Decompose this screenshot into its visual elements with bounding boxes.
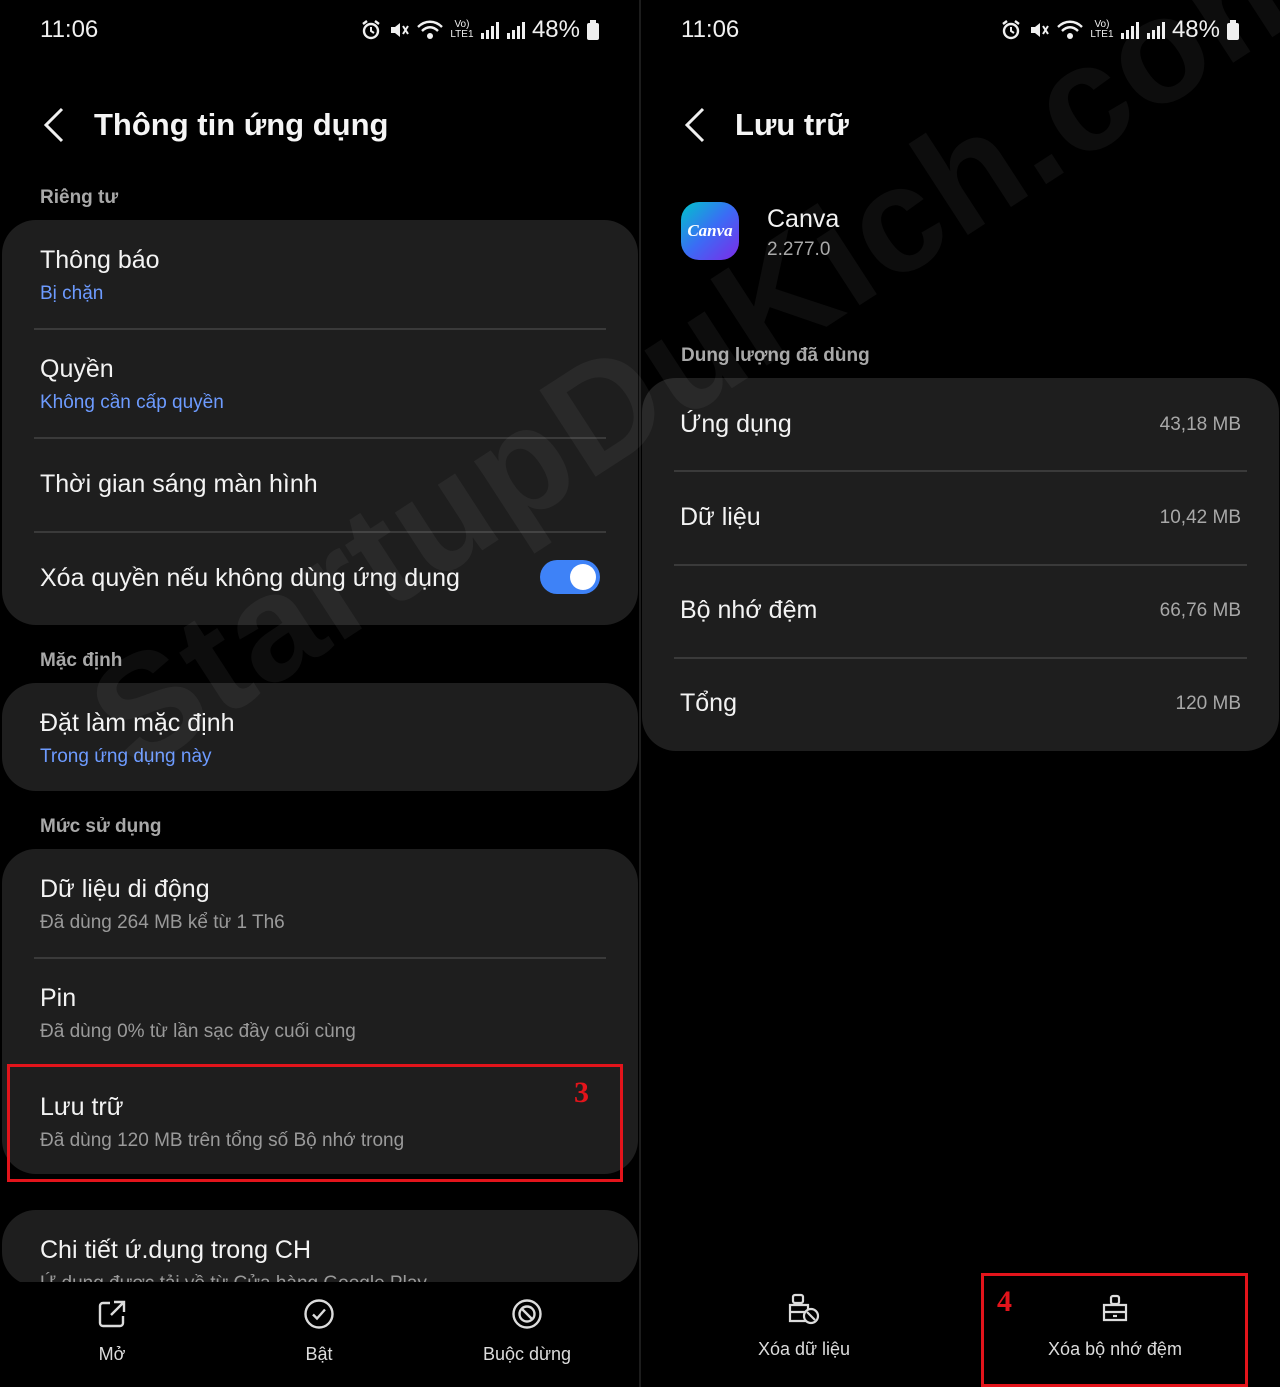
lte-icon: Vo) LTE1 [1090, 19, 1114, 40]
row-title: Quyền [40, 355, 114, 383]
row-subtitle: Đã dùng 264 MB kể từ 1 Th6 [40, 912, 285, 933]
app-bar: Lưu trữ [681, 100, 849, 150]
row-screen-time[interactable]: Thời gian sáng màn hình [2, 470, 638, 499]
battery-percent: 48% [1171, 16, 1220, 43]
storage-value: 43,18 MB [1159, 413, 1241, 435]
storage-row-total: Tổng 120 MB [642, 657, 1279, 750]
app-info-screen: 11:06 Vo) LTE1 48% Thông tin ứng dụng Ri… [0, 0, 640, 1387]
app-name: Canva [767, 205, 840, 233]
storage-row-data: Dữ liệu 10,42 MB [642, 471, 1279, 564]
storage-row-cache: Bộ nhớ đệm 66,76 MB [642, 564, 1279, 657]
mute-icon [1028, 19, 1050, 41]
row-store-details[interactable]: Chi tiết ứ.dụng trong CH Ứ.dụng được tải… [2, 1236, 638, 1286]
section-label-used-space: Dung lượng đã dùng [681, 345, 870, 366]
highlight-box-clear-cache [981, 1273, 1248, 1387]
page-title: Lưu trữ [735, 107, 849, 142]
app-bar: Thông tin ứng dụng [40, 100, 388, 150]
status-time: 11:06 [40, 16, 99, 43]
lte-icon: Vo) LTE1 [450, 19, 474, 40]
signal-icon [1120, 20, 1140, 40]
section-label-privacy: Riêng tư [40, 187, 119, 208]
enable-button[interactable]: Bật [239, 1298, 399, 1365]
signal-icon [480, 20, 500, 40]
app-version: 2.277.0 [767, 239, 831, 260]
row-permissions[interactable]: Quyền Không cần cấp quyền [2, 355, 638, 414]
block-icon [512, 1299, 542, 1329]
wifi-icon [1056, 19, 1084, 41]
divider [34, 437, 606, 439]
highlight-box-storage [7, 1064, 623, 1182]
storage-row-app: Ứng dụng 43,18 MB [642, 378, 1279, 471]
row-subtitle: Đã dùng 0% từ lần sạc đầy cuối cùng [40, 1021, 356, 1042]
back-arrow-icon[interactable] [681, 105, 711, 145]
storage-screen: 11:06 Vo) LTE1 48% Lưu trữ Canva Canva 2… [641, 0, 1280, 1387]
row-battery[interactable]: Pin Đã dùng 0% từ lần sạc đầy cuối cùng [2, 984, 638, 1043]
row-set-default[interactable]: Đặt làm mặc định Trong ứng dụng này [2, 709, 638, 768]
open-label: Mở [98, 1344, 126, 1364]
open-button[interactable]: Mở [32, 1298, 192, 1365]
battery-icon [586, 19, 600, 41]
divider [34, 957, 606, 959]
clear-data-button[interactable]: Xóa dữ liệu [724, 1293, 884, 1360]
divider [34, 328, 606, 330]
canva-app-icon: Canva [681, 202, 739, 260]
row-title: Chi tiết ứ.dụng trong CH [40, 1236, 312, 1264]
wifi-icon [416, 19, 444, 41]
row-notifications[interactable]: Thông báo Bị chặn [2, 246, 638, 305]
battery-icon [1226, 19, 1240, 41]
storage-value: 66,76 MB [1159, 599, 1241, 621]
status-time: 11:06 [681, 16, 740, 43]
row-title: Thời gian sáng màn hình [40, 470, 318, 498]
bottom-action-bar: Mở Bật Buộc dừng [0, 1282, 640, 1387]
storage-usage-card: Ứng dụng 43,18 MB Dữ liệu 10,42 MB Bộ nh… [642, 378, 1279, 751]
back-arrow-icon[interactable] [40, 105, 70, 145]
canva-logo-text: Canva [687, 221, 733, 240]
row-title: Dữ liệu di động [40, 875, 210, 903]
signal-icon-2 [1146, 20, 1166, 40]
clear-data-label: Xóa dữ liệu [757, 1339, 851, 1359]
status-bar: 11:06 Vo) LTE1 48% [681, 14, 1240, 46]
status-bar: 11:06 Vo) LTE1 48% [40, 14, 600, 46]
section-label-usage: Mức sử dụng [40, 816, 162, 837]
default-card: Đặt làm mặc định Trong ứng dụng này [2, 683, 638, 791]
force-stop-button[interactable]: Buộc dừng [447, 1298, 607, 1365]
force-stop-label: Buộc dừng [482, 1344, 572, 1364]
alarm-icon [1000, 19, 1022, 41]
storage-label: Tổng [680, 689, 737, 717]
privacy-card: Thông báo Bị chặn Quyền Không cần cấp qu… [2, 220, 638, 625]
row-title: Đặt làm mặc định [40, 709, 235, 737]
remove-permissions-toggle[interactable] [540, 560, 600, 594]
storage-label: Bộ nhớ đệm [680, 596, 818, 624]
check-circle-icon [304, 1299, 334, 1329]
row-subtitle: Bị chặn [40, 283, 104, 304]
toggle-knob [570, 564, 596, 590]
row-title: Pin [40, 984, 77, 1012]
divider [34, 531, 606, 533]
enable-label: Bật [305, 1344, 333, 1364]
step-marker-3: 3 [574, 1076, 589, 1109]
storage-value: 10,42 MB [1159, 506, 1241, 528]
page-title: Thông tin ứng dụng [94, 107, 389, 142]
open-external-icon [98, 1300, 126, 1328]
storage-label: Ứng dụng [680, 410, 792, 438]
step-marker-4: 4 [997, 1285, 1012, 1318]
row-subtitle: Trong ứng dụng này [40, 746, 212, 767]
clear-data-icon [788, 1293, 820, 1325]
signal-icon-2 [506, 20, 526, 40]
storage-value: 120 MB [1175, 692, 1241, 714]
store-card: Chi tiết ứ.dụng trong CH Ứ.dụng được tải… [2, 1210, 638, 1286]
battery-percent: 48% [531, 16, 580, 43]
storage-label: Dữ liệu [680, 503, 761, 531]
alarm-icon [360, 19, 382, 41]
row-mobile-data[interactable]: Dữ liệu di động Đã dùng 264 MB kể từ 1 T… [2, 875, 638, 934]
section-label-default: Mặc định [40, 650, 123, 671]
row-title: Thông báo [40, 246, 160, 274]
mute-icon [388, 19, 410, 41]
row-subtitle: Không cần cấp quyền [40, 392, 224, 413]
